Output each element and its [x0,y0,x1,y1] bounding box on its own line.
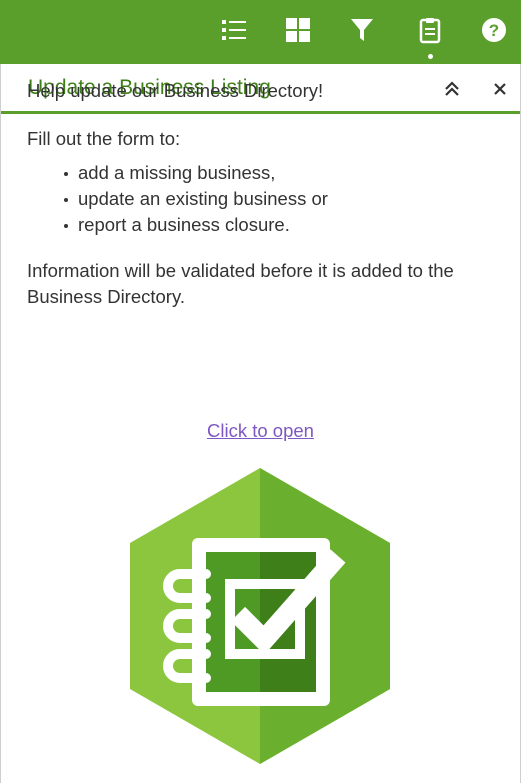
panel-content: Help update our Business Directory! Fill… [27,78,497,310]
list-icon[interactable] [218,14,250,46]
action-list: add a missing business, update an existi… [27,160,497,238]
help-icon[interactable]: ? [478,14,510,46]
survey123-logo[interactable] [110,466,410,766]
clipboard-icon[interactable] [414,14,446,46]
list-item: update an existing business or [60,186,497,212]
active-indicator [428,54,433,59]
list-item: add a missing business, [60,160,497,186]
grid-icon[interactable] [282,14,314,46]
fill-out-text: Fill out the form to: [27,128,181,149]
top-toolbar: ? [0,0,521,64]
open-link-container: Click to open [0,420,521,442]
click-to-open-link[interactable]: Click to open [207,420,314,441]
filter-icon[interactable] [346,14,378,46]
svg-text:?: ? [489,21,499,40]
list-item: report a business closure. [60,212,497,238]
intro-text: Help update our Business Directory! [27,80,324,101]
validation-note: Information will be validated before it … [27,260,454,307]
